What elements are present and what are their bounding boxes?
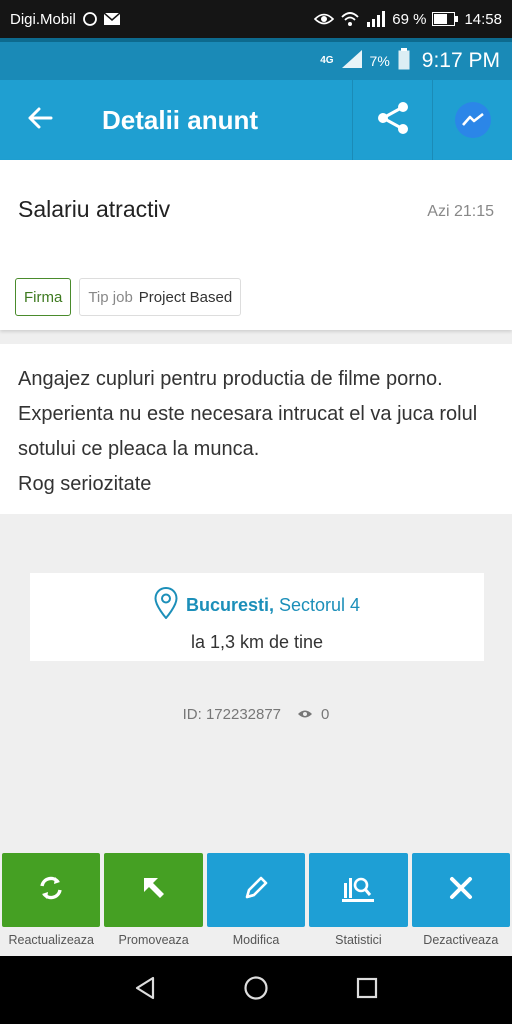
- signal-icon: [341, 49, 362, 73]
- ad-meta: ID: 172232877 0: [0, 706, 512, 723]
- location-area: Sectorul 4: [279, 595, 361, 615]
- back-arrow-icon: [27, 107, 53, 134]
- statistics-button[interactable]: Statistici: [309, 853, 408, 953]
- navigation-bar: [0, 956, 512, 1024]
- refresh-button[interactable]: Reactualizeaza: [2, 853, 101, 953]
- description-paragraph: Rog seriozitate: [18, 473, 152, 495]
- wifi-icon: [340, 11, 360, 27]
- share-icon: [375, 100, 411, 141]
- battery-icon: [432, 12, 459, 26]
- views-count: 0: [321, 706, 330, 723]
- promote-button-box[interactable]: [104, 853, 203, 927]
- deactivate-label: Dezactiveaza: [423, 933, 499, 947]
- mail-icon: [103, 13, 120, 25]
- signal-icon: [366, 11, 386, 27]
- ad-title: Salariu atractiv: [18, 196, 171, 222]
- battery-percent: 69 %: [392, 10, 427, 28]
- app-status-bar: 4G 7% 9:17 PM: [0, 38, 512, 80]
- location-distance: la 1,3 km de tine: [190, 632, 324, 652]
- ad-title-card: Salariu atractiv Azi 21:15 Firma Tip job…: [0, 160, 512, 330]
- deactivate-button-box[interactable]: [411, 853, 511, 927]
- stats-icon: [341, 873, 375, 908]
- description-paragraph: Angajez cupluri pentru productia de film…: [18, 368, 478, 460]
- triangle-back-icon: [134, 976, 156, 1005]
- company-tag: Firma: [15, 278, 72, 316]
- share-button[interactable]: [352, 80, 432, 160]
- job-type-label: Tip job: [88, 288, 133, 306]
- app-header: Detalii anunt: [0, 80, 512, 160]
- company-tag-label: Firma: [24, 288, 63, 306]
- job-type-tag: Tip job Project Based: [79, 278, 242, 316]
- promote-button[interactable]: Promoveaza: [104, 853, 203, 953]
- close-icon: [449, 876, 473, 905]
- refresh-icon: [36, 873, 66, 908]
- page-title: Detalii anunt: [102, 104, 259, 135]
- views-count-group: 0: [297, 706, 329, 723]
- battery-percent: 7%: [369, 53, 390, 69]
- job-type-value: Project Based: [138, 288, 233, 306]
- ad-description: Angajez cupluri pentru productia de film…: [0, 344, 512, 514]
- eye-icon: [314, 12, 335, 26]
- edit-button[interactable]: Modifica: [206, 853, 306, 953]
- system-status-bar: Digi.Mobil 69 % 14:58: [0, 0, 512, 38]
- messenger-icon: [454, 102, 491, 138]
- refresh-label: Reactualizeaza: [8, 933, 94, 947]
- location-pin-icon: [154, 586, 178, 624]
- eye-icon: [297, 706, 313, 723]
- nav-home-button[interactable]: [236, 970, 276, 1010]
- network-type: 4G: [320, 55, 334, 66]
- statistics-button-box[interactable]: [309, 853, 408, 927]
- action-bar: Reactualizeaza Promoveaza Modifica Stati…: [0, 853, 512, 953]
- ad-id: ID: 172232877: [182, 706, 282, 723]
- system-time: 14:58: [464, 10, 502, 28]
- back-button[interactable]: [0, 80, 80, 160]
- ad-tags: Firma Tip job Project Based: [15, 278, 242, 316]
- pencil-icon: [242, 874, 270, 907]
- promote-label: Promoveaza: [118, 933, 189, 947]
- nav-back-button[interactable]: [125, 970, 165, 1010]
- app-status-time: 9:17 PM: [421, 49, 500, 72]
- cursor-arrow-icon: [140, 874, 168, 907]
- edit-button-box[interactable]: [206, 853, 306, 927]
- edit-label: Modifica: [232, 933, 280, 947]
- location-card[interactable]: Bucuresti, Sectorul 4 la 1,3 km de tine: [30, 573, 484, 661]
- circle-home-icon: [243, 975, 269, 1006]
- square-recents-icon: [356, 977, 378, 1004]
- battery-icon: [398, 47, 410, 75]
- location-city: Bucuresti,: [185, 595, 274, 615]
- carrier-name: Digi.Mobil: [10, 10, 76, 28]
- sync-icon: [82, 11, 98, 27]
- messenger-button[interactable]: [432, 80, 512, 160]
- nav-recents-button[interactable]: [347, 970, 387, 1010]
- ad-posted-time: Azi 21:15: [427, 203, 494, 220]
- deactivate-button[interactable]: Dezactiveaza: [411, 853, 511, 953]
- refresh-button-box[interactable]: [2, 853, 101, 927]
- statistics-label: Statistici: [335, 933, 382, 947]
